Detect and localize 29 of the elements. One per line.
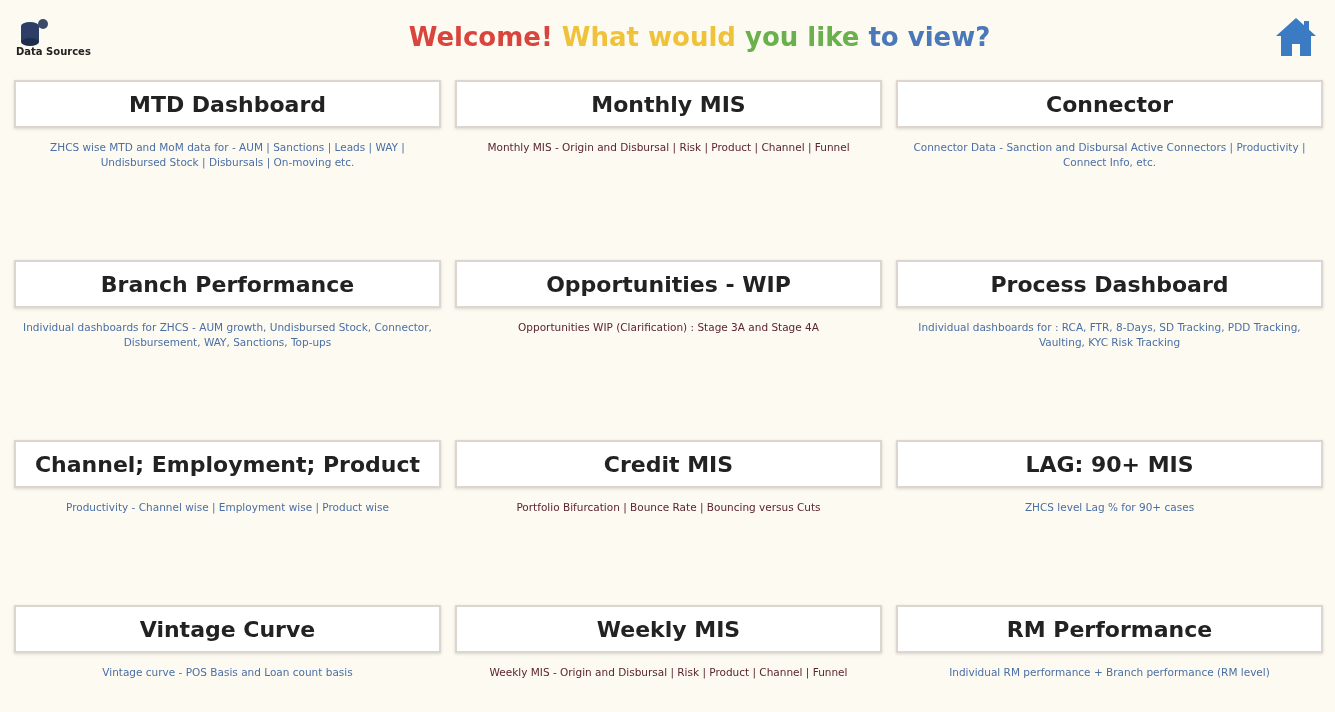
dashboard-description: Individual RM performance + Branch performance (RM level) bbox=[948, 665, 1271, 680]
dashboard-button[interactable]: Opportunities - WIP bbox=[455, 260, 882, 308]
dashboard-button[interactable]: Vintage Curve bbox=[14, 605, 441, 653]
dashboard-button[interactable]: Branch Performance bbox=[14, 260, 441, 308]
logo-label: Data Sources bbox=[16, 45, 91, 57]
dashboard-button[interactable]: Connector bbox=[896, 80, 1323, 128]
dashboard-description: ZHCS wise MTD and MoM data for - AUM | Sanctions | Leads | WAY | Undisbursed Stock | Disbursals | On-moving etc. bbox=[49, 140, 406, 170]
dashboard-button[interactable]: Credit MIS bbox=[455, 440, 882, 488]
dashboard-button[interactable]: MTD Dashboard bbox=[14, 80, 441, 128]
dashboard-description: Individual dashboards for : RCA, FTR, 8-Days, SD Tracking, PDD Tracking, Vaulting, KYC Risk Tracking bbox=[917, 320, 1302, 350]
dashboard-description: ZHCS level Lag % for 90+ cases bbox=[1023, 500, 1196, 515]
dashboard-description: Connector Data - Sanction and Disbursal Active Connectors | Productivity | Connect Info, etc. bbox=[912, 140, 1307, 170]
welcome-title-word: you like bbox=[744, 22, 860, 52]
dashboard-button[interactable]: RM Performance bbox=[896, 605, 1323, 653]
dashboard-description: Portfolio Bifurcation | Bounce Rate | Bouncing versus Cuts bbox=[515, 500, 822, 515]
dashboard-button[interactable]: Monthly MIS bbox=[455, 80, 882, 128]
welcome-title-word: to view? bbox=[868, 22, 991, 52]
dashboard-button[interactable]: Channel; Employment; Product bbox=[14, 440, 441, 488]
dashboard-description: Weekly MIS - Origin and Disbursal | Risk | Product | Channel | Funnel bbox=[488, 665, 849, 680]
dashboard-description: Opportunities WIP (Clarification) : Stage 3A and Stage 4A bbox=[517, 320, 820, 335]
dashboard-description: Individual dashboards for ZHCS - AUM growth, Undisbursed Stock, Connector, Disbursement, WAY, Sanctions, Top-ups bbox=[22, 320, 433, 350]
dashboard-description: Monthly MIS - Origin and Disbursal | Risk | Product | Channel | Funnel bbox=[486, 140, 851, 155]
dashboard-button[interactable]: Process Dashboard bbox=[896, 260, 1323, 308]
welcome-title-word: What would bbox=[561, 22, 736, 52]
dashboard-button[interactable]: Weekly MIS bbox=[455, 605, 882, 653]
dashboard-description: Vintage curve - POS Basis and Loan count basis bbox=[101, 665, 354, 680]
dashboard-description: Productivity - Channel wise | Employment wise | Product wise bbox=[65, 500, 390, 515]
welcome-title-word: Welcome! bbox=[408, 22, 553, 52]
dashboard-button[interactable]: LAG: 90+ MIS bbox=[896, 440, 1323, 488]
